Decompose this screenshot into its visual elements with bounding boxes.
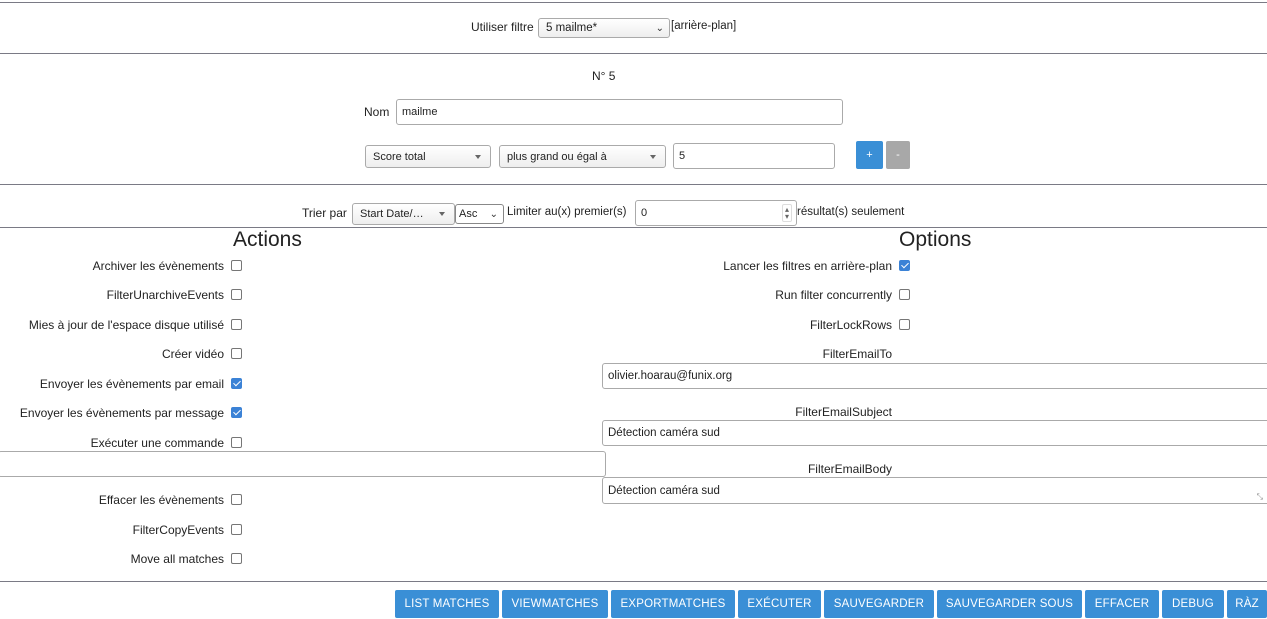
option-label-concurrent: Run filter concurrently (775, 288, 892, 302)
view-matches-button[interactable]: VIEWMATCHES (502, 590, 608, 618)
action-label-unarchive: FilterUnarchiveEvents (106, 288, 224, 302)
divider-terms (0, 184, 1267, 185)
stepper-icon[interactable]: ▴ ▾ (781, 204, 792, 222)
options-title: Options (899, 228, 972, 251)
divider-top (0, 2, 1267, 3)
caret-down-icon (439, 212, 445, 216)
action-checkbox-delete[interactable] (231, 494, 242, 505)
action-label-copy: FilterCopyEvents (132, 523, 224, 537)
sort-field-value: Start Date/… (360, 208, 424, 220)
email-subject-value: Détection caméra sud (608, 427, 720, 439)
filter-select[interactable]: 5 mailme* ⌄ (538, 18, 670, 38)
filter-number: N° 5 (592, 69, 616, 83)
action-checkbox-unarchive[interactable] (231, 289, 242, 300)
limit-label: Limiter au(x) premier(s) (507, 206, 627, 218)
action-label-move: Move all matches (130, 552, 224, 566)
term-operator-value: plus grand ou égal à (507, 150, 607, 163)
email-body-value: Détection caméra sud (608, 484, 720, 497)
action-checkbox-disk-space[interactable] (231, 319, 242, 330)
execute-button[interactable]: EXÉCUTER (738, 590, 821, 618)
resize-handle-icon[interactable]: ⤡ (1257, 492, 1263, 502)
add-term-button[interactable]: + (856, 141, 883, 169)
sort-direction-value: Asc (459, 208, 478, 220)
option-label-lock-rows: FilterLockRows (809, 318, 892, 332)
remove-term-button[interactable]: - (886, 141, 910, 169)
email-to-input[interactable]: olivier.hoarau@funix.org (602, 363, 1267, 389)
action-label-email: Envoyer les évènements par email (39, 377, 224, 391)
limit-suffix: résultat(s) seulement (797, 206, 905, 218)
action-label-create-video: Créer vidéo (161, 347, 224, 361)
limit-input[interactable]: 0 ▴ ▾ (635, 200, 797, 226)
action-checkbox-move[interactable] (231, 553, 242, 564)
action-label-delete: Effacer les évènements (98, 493, 224, 507)
divider-sort (0, 227, 1267, 228)
option-checkbox-background[interactable] (899, 260, 910, 271)
filter-select-value: 5 mailme* (546, 22, 598, 34)
divider-filter (0, 53, 1267, 54)
name-input[interactable]: mailme (396, 99, 843, 125)
option-checkbox-concurrent[interactable] (899, 289, 910, 300)
actions-title: Actions (233, 228, 302, 251)
list-matches-button[interactable]: LIST MATCHES (395, 590, 499, 618)
name-label: Nom (364, 105, 390, 119)
command-input[interactable] (0, 451, 606, 477)
email-body-textarea[interactable]: Détection caméra sud ⤡ (602, 477, 1267, 504)
term-operator-select[interactable]: plus grand ou égal à (499, 145, 666, 168)
email-to-value: olivier.hoarau@funix.org (608, 370, 733, 382)
action-label-message: Envoyer les évènements par message (19, 406, 224, 420)
sort-field-select[interactable]: Start Date/… (352, 203, 455, 225)
action-checkbox-email[interactable] (231, 378, 242, 389)
action-checkbox-message[interactable] (231, 407, 242, 418)
chevron-down-icon: ⌄ (489, 208, 498, 220)
option-checkbox-lock-rows[interactable] (899, 319, 910, 330)
term-value: 5 (679, 150, 686, 162)
delete-button[interactable]: EFFACER (1085, 590, 1159, 618)
email-subject-input[interactable]: Détection caméra sud (602, 420, 1267, 446)
save-as-button[interactable]: SAUVEGARDER SOUS (937, 590, 1082, 618)
chevron-down-icon: ⌄ (655, 22, 664, 34)
action-checkbox-execute-command[interactable] (231, 437, 242, 448)
filter-select-label: Utiliser filtre (471, 20, 534, 34)
option-label-background: Lancer les filtres en arrière-plan (723, 259, 892, 273)
action-label-archive: Archiver les évènements (92, 259, 224, 273)
email-subject-label: FilterEmailSubject (795, 405, 892, 419)
term-attribute-value: Score total (373, 150, 426, 163)
action-label-disk-space: Mies à jour de l'espace disque utilisé (28, 318, 224, 332)
term-attribute-select[interactable]: Score total (365, 145, 491, 168)
divider-bottom (0, 581, 1267, 582)
caret-down-icon (650, 154, 656, 159)
action-checkbox-create-video[interactable] (231, 348, 242, 359)
action-checkbox-archive[interactable] (231, 260, 242, 271)
caret-down-icon (475, 154, 481, 159)
term-value-input[interactable]: 5 (673, 143, 835, 169)
name-input-value: mailme (402, 106, 438, 118)
action-label-execute-command: Exécuter une commande (90, 436, 224, 450)
reset-button[interactable]: RÀZ (1227, 590, 1267, 618)
email-body-label: FilterEmailBody (807, 462, 892, 476)
email-to-label: FilterEmailTo (822, 347, 892, 361)
export-matches-button[interactable]: EXPORTMATCHES (611, 590, 735, 618)
sort-label: Trier par (302, 206, 347, 220)
action-checkbox-copy[interactable] (231, 524, 242, 535)
debug-button[interactable]: DEBUG (1162, 590, 1224, 618)
limit-value: 0 (641, 207, 648, 219)
save-button[interactable]: SAUVEGARDER (824, 590, 934, 618)
sort-direction-select[interactable]: Asc ⌄ (455, 204, 504, 224)
background-tag: [arrière-plan] (671, 20, 737, 32)
